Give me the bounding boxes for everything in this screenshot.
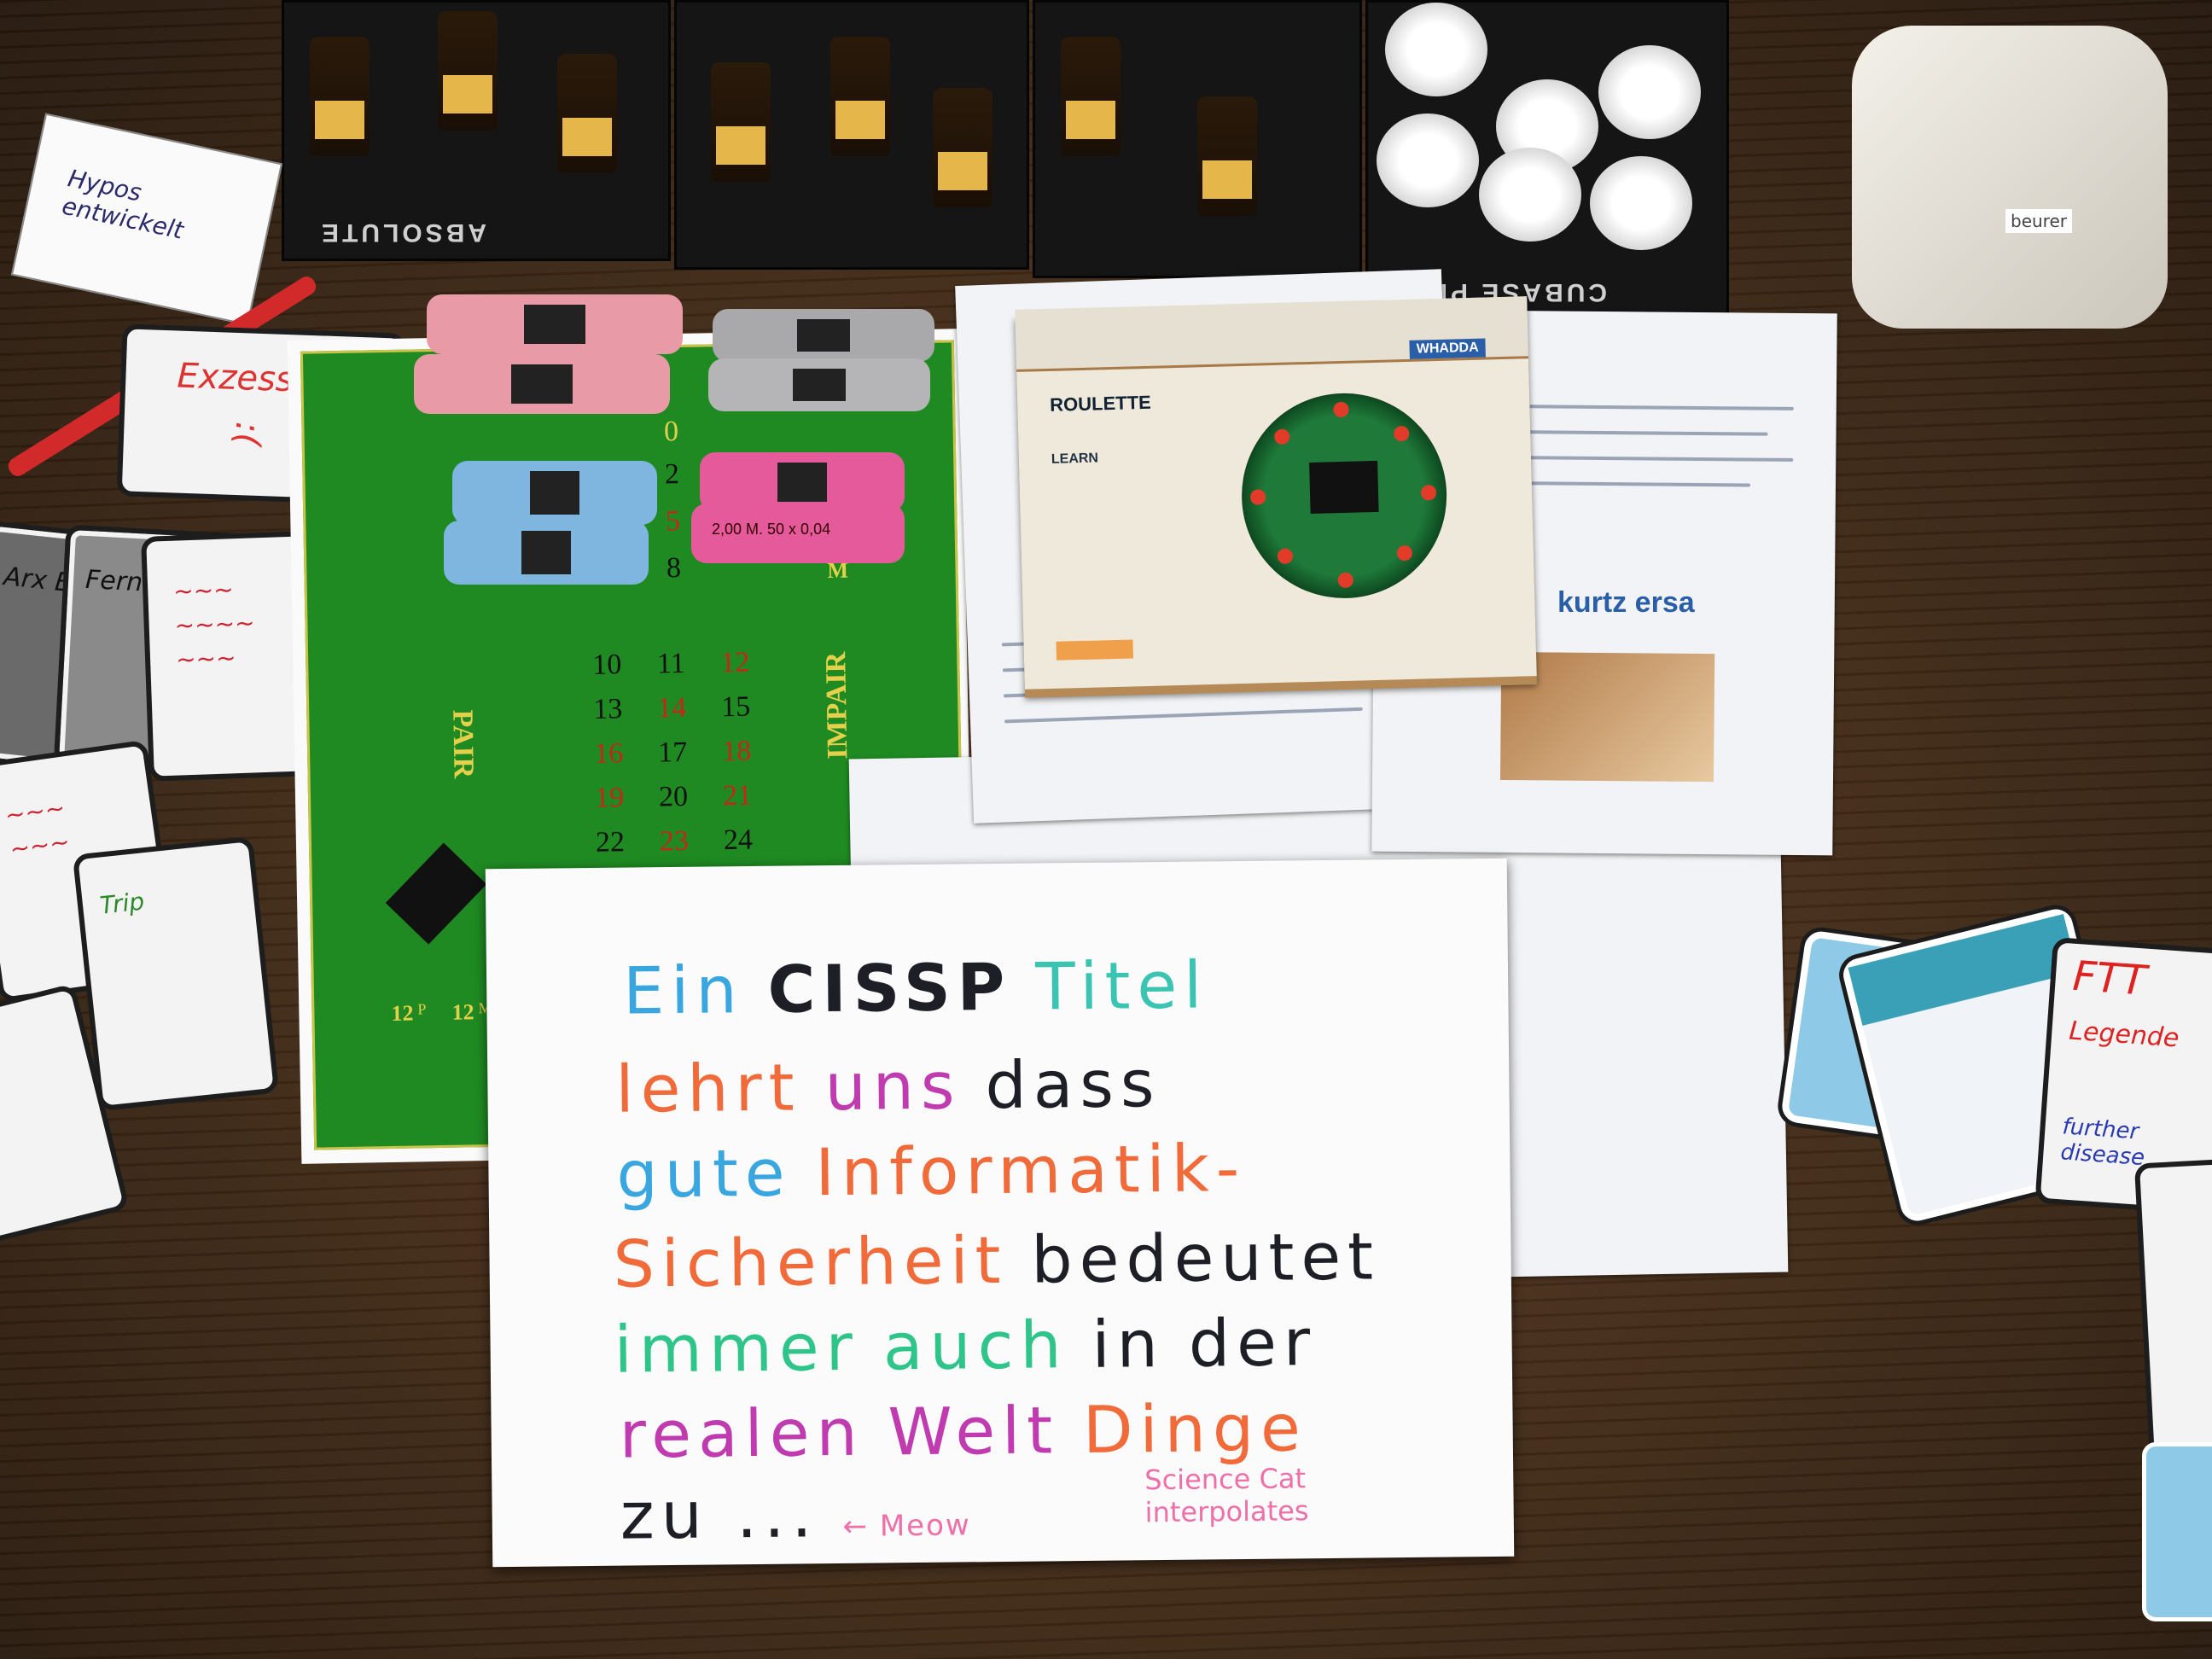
card-left-5-text: Trip (98, 887, 146, 920)
card-left-3-text: ~~~ ~~~~ ~~~ (172, 575, 256, 674)
sign-word: dass (985, 1045, 1161, 1124)
roulette-number: 18 (721, 735, 752, 768)
roulette-number: 20 (658, 780, 689, 813)
coin-roll-magenta: 2,00 M. 50 x 0,04 (691, 504, 905, 563)
dozen-2: 12 (451, 999, 474, 1025)
bottle-crate-left: ABSOLUTE (282, 0, 671, 261)
sign-word: Titel (1034, 946, 1209, 1025)
box-brand: WHADDA (1409, 338, 1486, 359)
sign-word: Informatik- (814, 1129, 1247, 1211)
sign-side-note: Science Cat interpolates (1144, 1462, 1309, 1528)
roulette-number: 19 (594, 782, 625, 814)
note-text: Hypos entwickelt (59, 164, 186, 245)
tealight (1377, 114, 1479, 207)
roulette-number: 11 (656, 647, 686, 680)
paper-headline: kurtz ersa (1557, 586, 1695, 619)
roulette-number: 10 (592, 649, 622, 681)
sign-word: realen (619, 1394, 865, 1473)
roulette-number: 13 (592, 693, 623, 725)
sign-word: uns (824, 1047, 962, 1126)
box-orange-tag (1056, 639, 1134, 661)
sign-line-6: realen Welt Dinge (619, 1389, 1331, 1473)
sign-word: bedeutet (1030, 1218, 1381, 1298)
card-left-2-text: Fern (84, 564, 144, 598)
sign-word: lehrt (614, 1049, 802, 1127)
crate-label-left: ABSOLUTE (318, 218, 486, 247)
roulette-number: 12 (720, 646, 750, 679)
roulette-number: 21 (722, 779, 753, 812)
dozen-mark-1: P (417, 1000, 427, 1018)
sign-line-7: zu ... ← Meow (620, 1474, 995, 1554)
dozen-1: 12 (391, 1000, 414, 1027)
bottle-crate-middle (674, 0, 1029, 270)
sign-word: immer (614, 1308, 860, 1388)
coin-roll-label: 2,00 M. 50 x 0,04 (712, 521, 831, 538)
roulette-number: 15 (720, 690, 751, 724)
sign-word: Dinge (1082, 1389, 1308, 1468)
card-left-4-text: ~~~ ~~~ (3, 793, 72, 864)
tealight (1598, 45, 1701, 139)
box-title: ROULETTE (1049, 391, 1152, 416)
coin-roll-pink (414, 354, 670, 414)
handwritten-sign: Ein CISSP Titel lehrt uns dass gute Informati… (485, 858, 1515, 1568)
sign-word: auch (882, 1307, 1068, 1385)
sign-word: zu ... (620, 1476, 819, 1554)
coin-roll-silver (708, 358, 930, 411)
card-right-edge-blue (2142, 1442, 2212, 1621)
sign-word: in (1091, 1305, 1166, 1382)
sign-word: ← Meow (842, 1508, 971, 1544)
sign-line-4: Sicherheit bedeutet (613, 1218, 1404, 1302)
box-learn: LEARN (1051, 451, 1099, 467)
card-ftt-text: FTT (2071, 952, 2149, 1005)
bottle-crate-right (1033, 0, 1362, 278)
sign-word: Welt (888, 1392, 1060, 1470)
roulette-number: 22 (595, 826, 626, 859)
sign-word: der (1188, 1304, 1318, 1382)
coin-roll-blue (452, 461, 657, 525)
sign-line-3: gute Informatik- (616, 1130, 1271, 1213)
sign-side-note-line: interpolates (1144, 1494, 1309, 1529)
sign-line-2: lehrt uns dass (615, 1045, 1185, 1127)
roulette-number: 24 (723, 824, 754, 857)
sign-word: gute (616, 1134, 792, 1213)
roulette-impair-label: IMPAIR (820, 651, 854, 760)
coin-roll-silver (713, 309, 934, 362)
roulette-number: 16 (593, 737, 624, 770)
roulette-number: 14 (656, 691, 687, 725)
roulette-zero: 0 (663, 416, 679, 448)
card-sad-face: :( (227, 421, 268, 447)
tealight (1479, 148, 1581, 242)
card-left-5: Trip (72, 835, 280, 1112)
tealight (1590, 156, 1692, 250)
sign-word: CISSP (767, 948, 1012, 1027)
beurer-logo: beurer (2005, 209, 2072, 233)
sign-word: Sicherheit (613, 1221, 1008, 1302)
coin-roll-pink (427, 294, 683, 354)
roulette-diamond (385, 842, 487, 945)
beurer-device: beurer (1852, 26, 2168, 329)
roulette-number: 23 (659, 824, 690, 858)
roulette-pcb-image (1239, 390, 1450, 602)
card-legende-text: Legende (2068, 1016, 2180, 1054)
sign-line-1: Ein CISSP Titel (623, 946, 1233, 1028)
tealight (1385, 3, 1487, 96)
roulette-number: 17 (657, 736, 688, 769)
coin-roll-blue (444, 521, 649, 585)
sign-word: Ein (622, 952, 745, 1029)
box-top-strip (1015, 296, 1528, 372)
roulette-kit-box: WHADDA ROULETTE LEARN (1015, 296, 1537, 690)
sign-side-note-line: Science Cat (1144, 1462, 1307, 1497)
sign-line-5: immer auch in der (614, 1304, 1341, 1388)
roulette-pair-label: PAIR (446, 709, 480, 779)
roulette-number: 8 (666, 552, 682, 585)
